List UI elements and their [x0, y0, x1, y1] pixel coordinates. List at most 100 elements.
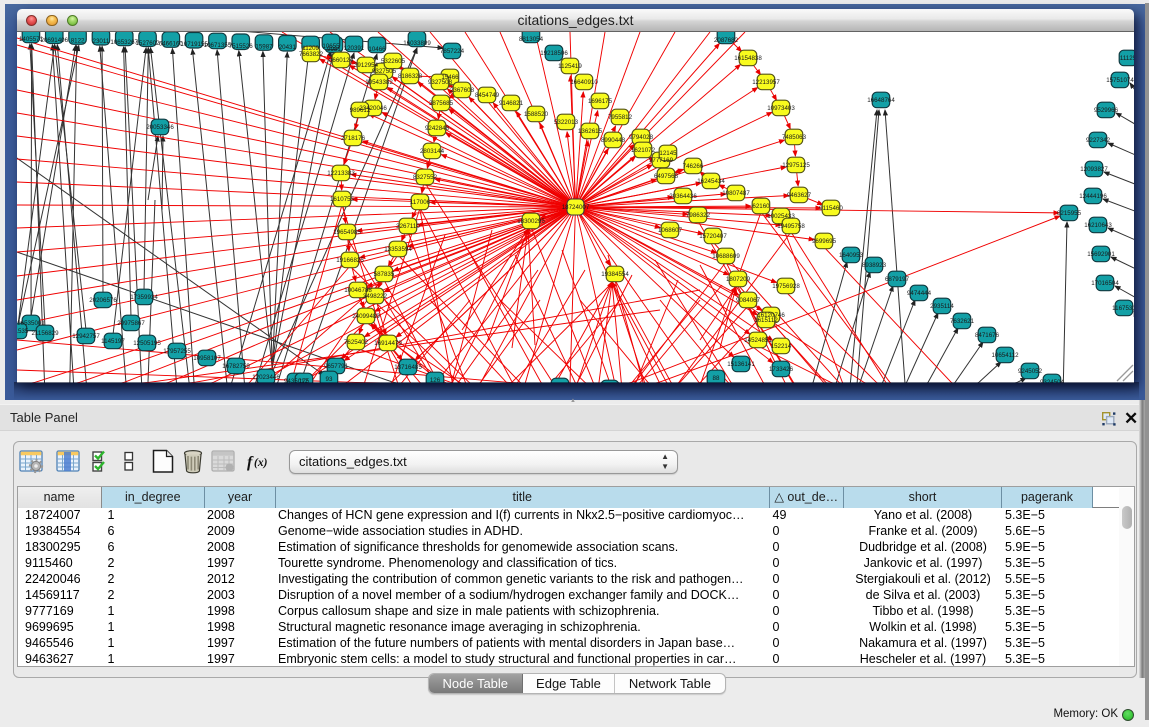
svg-text:989612: 989612	[350, 107, 371, 114]
svg-text:9146821: 9146821	[499, 100, 524, 107]
svg-text:9327505: 9327505	[372, 68, 397, 75]
svg-text:16154838: 16154838	[734, 55, 762, 62]
svg-text:8122: 8122	[71, 38, 85, 45]
svg-text:15720407: 15720407	[699, 233, 727, 240]
svg-text:15692901: 15692901	[1087, 251, 1115, 258]
svg-text:7663822: 7663822	[299, 51, 324, 58]
svg-text:9474444: 9474444	[907, 290, 932, 297]
svg-text:12444196: 12444196	[1079, 193, 1107, 200]
svg-text:14524851: 14524851	[744, 337, 772, 344]
svg-text:1362615: 1362615	[578, 128, 603, 135]
svg-text:1733426: 1733426	[769, 366, 794, 373]
svg-text:1696175: 1696175	[588, 98, 613, 105]
svg-text:9084067: 9084067	[736, 297, 761, 304]
svg-text:8471676: 8471676	[975, 332, 1000, 339]
svg-text:1527602: 1527602	[135, 40, 160, 47]
svg-text:10671355: 10671355	[204, 42, 232, 49]
svg-text:10466: 10466	[368, 46, 386, 53]
svg-text:12023446: 12023446	[252, 374, 280, 381]
svg-text:12975125: 12975125	[782, 162, 810, 169]
svg-text:10688609: 10688609	[712, 253, 740, 260]
svg-text:19756928: 19756928	[772, 283, 800, 290]
svg-text:2803144: 2803144	[420, 148, 445, 155]
svg-text:16782759: 16782759	[222, 363, 250, 370]
svg-text:10973403: 10973403	[767, 105, 795, 112]
svg-text:23011: 23011	[93, 38, 110, 45]
svg-text:10543382: 10543382	[365, 79, 393, 86]
svg-text:9227342: 9227342	[1086, 137, 1111, 144]
svg-text:8215955: 8215955	[1057, 210, 1082, 217]
svg-text:7857224: 7857224	[440, 48, 465, 55]
svg-text:16914479: 16914479	[374, 340, 402, 347]
svg-text:19384554: 19384554	[601, 271, 629, 278]
svg-text:5322605: 5322605	[381, 58, 406, 65]
svg-text:2935114: 2935114	[930, 303, 954, 310]
svg-text:152214: 152214	[771, 343, 792, 350]
svg-text:9327508: 9327508	[428, 79, 453, 86]
svg-text:3875685: 3875685	[429, 100, 454, 107]
svg-text:16210643: 16210643	[1084, 222, 1112, 229]
svg-text:1807209: 1807209	[726, 276, 751, 283]
svg-text:587835: 587835	[374, 271, 395, 278]
svg-text:9699695: 9699695	[812, 238, 837, 245]
svg-text:18724007: 18724007	[562, 204, 590, 211]
svg-text:16648764: 16648764	[867, 97, 895, 104]
svg-text:16245434: 16245434	[697, 178, 725, 185]
svg-text:12145: 12145	[659, 150, 677, 157]
svg-text:8186328: 8186328	[398, 73, 423, 80]
svg-text:117006: 117006	[410, 199, 431, 206]
svg-text:20431: 20431	[279, 44, 297, 51]
svg-text:1588520: 1588520	[524, 111, 549, 118]
svg-text:1125419: 1125419	[558, 63, 582, 70]
svg-text:1615112: 1615112	[754, 317, 778, 324]
svg-text:1145197: 1145197	[101, 338, 125, 345]
svg-text:1621072: 1621072	[631, 147, 656, 154]
svg-text:16640910: 16640910	[570, 79, 598, 86]
svg-text:9463627: 9463627	[787, 192, 812, 199]
svg-text:3267110: 3267110	[396, 223, 420, 230]
svg-text:5322013: 5322013	[554, 119, 579, 126]
svg-text:62160: 62160	[752, 203, 770, 210]
svg-text:20053346: 20053346	[146, 124, 174, 131]
svg-text:2087682: 2087682	[714, 37, 739, 44]
svg-text:8327552: 8327552	[413, 174, 438, 181]
svg-text:9242848: 9242848	[425, 125, 450, 132]
svg-text:12213383: 12213383	[327, 170, 355, 177]
svg-text:10958107: 10958107	[193, 355, 221, 362]
svg-text:13353594: 13353594	[384, 246, 412, 253]
svg-text:10654112: 10654112	[991, 352, 1019, 359]
svg-text:10807487: 10807487	[722, 190, 750, 197]
svg-text:26535001: 26535001	[17, 320, 45, 327]
svg-text:8938923: 8938923	[862, 262, 887, 269]
svg-text:120391: 120391	[344, 45, 365, 52]
svg-text:9777169: 9777169	[649, 157, 674, 164]
svg-text:9115460: 9115460	[819, 205, 843, 212]
svg-text:1640953: 1640953	[839, 252, 864, 259]
svg-text:1068607: 1068607	[658, 227, 683, 234]
svg-text:2718176: 2718176	[341, 135, 366, 142]
svg-text:7485063: 7485063	[782, 134, 807, 141]
svg-text:8660124: 8660124	[329, 57, 354, 64]
svg-text:6497568: 6497568	[654, 173, 679, 180]
svg-text:20364436: 20364436	[669, 193, 697, 200]
svg-text:19654985: 19654985	[333, 229, 361, 236]
svg-text:24099489: 24099489	[352, 313, 380, 320]
svg-text:8813054: 8813054	[519, 36, 544, 43]
svg-text:9657791: 9657791	[324, 363, 349, 370]
svg-text:9529966: 9529966	[1094, 107, 1119, 114]
svg-text:991535: 991535	[17, 328, 29, 335]
svg-text:15136141: 15136141	[727, 361, 755, 368]
svg-text:10025433: 10025433	[767, 213, 795, 220]
svg-text:7515526: 7515526	[229, 43, 254, 50]
svg-text:7955812: 7955812	[608, 114, 633, 121]
svg-text:12505195: 12505195	[133, 340, 161, 347]
svg-text:9245052: 9245052	[1018, 368, 1043, 375]
svg-text:7625402: 7625402	[344, 339, 369, 346]
svg-text:f: f	[247, 454, 254, 471]
svg-text:7632621: 7632621	[950, 318, 975, 325]
svg-text:8454749: 8454749	[475, 92, 500, 99]
svg-text:15987: 15987	[255, 44, 273, 51]
svg-text:19166825: 19166825	[336, 257, 364, 264]
svg-text:10655: 10655	[322, 43, 340, 50]
svg-text:17957255: 17957255	[163, 348, 191, 355]
